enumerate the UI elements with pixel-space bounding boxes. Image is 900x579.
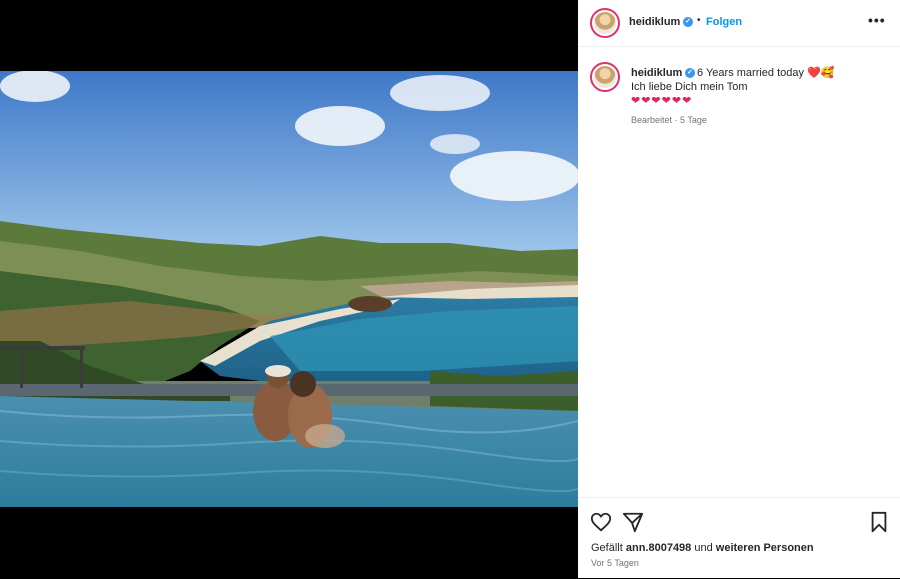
caption-verified-badge-icon: ✓ [685,68,695,78]
post-actions: Gefällt ann.8007498 und weiteren Persone… [578,497,900,579]
caption-avatar[interactable] [590,62,620,92]
separator-dot: • [697,15,701,26]
caption-hearts: ❤❤❤❤❤❤ [631,95,693,107]
more-options-icon[interactable]: ••• [868,12,886,28]
post-image [0,71,578,507]
likes-middle: und [694,542,713,554]
post-photo[interactable] [0,71,578,507]
liker-username-link[interactable]: ann.8007498 [626,542,691,554]
likes-prefix: Gefällt [591,542,623,554]
follow-button[interactable]: Folgen [706,16,742,28]
edited-timestamp: Bearbeitet · 5 Tage [631,115,707,125]
caption-line-1: 6 Years married today ❤️🥰 [697,67,835,79]
post-side-panel: heidiklum ✓ • Folgen ••• heidiklum ✓ 6 Y… [578,0,900,578]
post-header: heidiklum ✓ • Folgen ••• [578,0,900,47]
paper-plane-icon[interactable] [622,511,644,533]
caption-line-2: Ich liebe Dich mein Tom [631,81,748,93]
post-media-area [0,0,578,578]
post-time: Vor 5 Tagen [591,558,639,568]
caption-username-link[interactable]: heidiklum [631,67,682,79]
bookmark-icon[interactable] [868,511,890,533]
avatar[interactable] [590,8,620,38]
likes-others-link[interactable]: weiteren Personen [716,542,814,554]
avatar-image [594,12,616,34]
caption-avatar-image [594,66,616,88]
heart-icon[interactable] [590,511,612,533]
username-link[interactable]: heidiklum [629,16,680,28]
verified-badge-icon: ✓ [683,17,693,27]
likes-summary: Gefällt ann.8007498 und weiteren Persone… [591,542,814,554]
